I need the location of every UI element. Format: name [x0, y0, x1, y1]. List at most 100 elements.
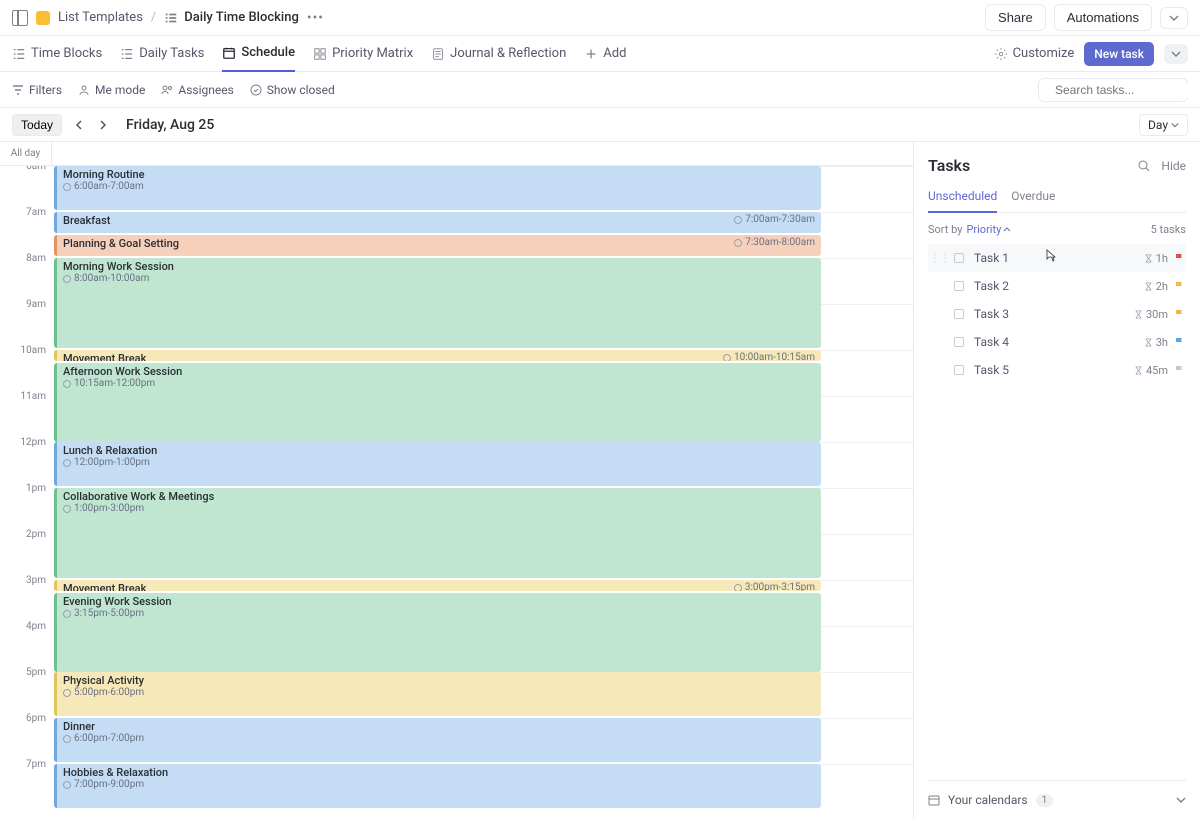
event-title: Movement Break: [63, 582, 815, 591]
task-duration: 3h: [1144, 336, 1168, 349]
tab-schedule[interactable]: Schedule: [222, 36, 295, 72]
event-title: Dinner: [63, 720, 815, 733]
task-count: 5 tasks: [1151, 223, 1186, 236]
search-box[interactable]: [1038, 78, 1188, 102]
sort-by-label: Sort by: [928, 223, 962, 236]
filters-button[interactable]: Filters: [12, 83, 62, 97]
search-icon[interactable]: [1137, 159, 1151, 173]
sort-field-button[interactable]: Priority: [966, 223, 1011, 236]
breadcrumb-parent[interactable]: List Templates: [58, 10, 143, 25]
calendar-event[interactable]: Breakfast7:00am-7:30am: [54, 212, 821, 233]
show-closed-button[interactable]: Show closed: [250, 83, 335, 97]
hour-label: 6pm: [0, 713, 52, 759]
chevron-left-icon: [75, 120, 85, 130]
hour-label: 1pm: [0, 483, 52, 529]
hour-label: 10am: [0, 345, 52, 391]
calendars-footer[interactable]: Your calendars 1: [928, 780, 1186, 819]
people-icon: [161, 84, 173, 96]
new-task-dropdown[interactable]: [1164, 44, 1188, 64]
calendar-event[interactable]: Movement Break10:00am-10:15am: [54, 350, 821, 361]
cursor-pointer-icon: [1042, 248, 1058, 264]
person-icon: [78, 84, 90, 96]
calendar-event[interactable]: Physical Activity5:00pm-6:00pm: [54, 672, 821, 716]
header-dropdown-button[interactable]: [1160, 7, 1188, 29]
chevron-down-icon: [1171, 121, 1179, 129]
automations-button[interactable]: Automations: [1054, 4, 1152, 31]
calendar-event[interactable]: Lunch & Relaxation12:00pm-1:00pm: [54, 442, 821, 486]
calendar-event[interactable]: Planning & Goal Setting7:30am-8:00am: [54, 235, 821, 256]
customize-button[interactable]: Customize: [994, 46, 1075, 61]
calendar-event[interactable]: Evening Work Session3:15pm-5:00pm: [54, 593, 821, 672]
chevron-right-icon: [97, 120, 107, 130]
calendar-event[interactable]: Hobbies & Relaxation7:00pm-9:00pm: [54, 764, 821, 808]
all-day-label: All day: [0, 142, 52, 165]
tab-time-blocks[interactable]: Time Blocks: [12, 36, 102, 72]
me-mode-button[interactable]: Me mode: [78, 83, 145, 97]
task-checkbox[interactable]: [954, 309, 964, 319]
sidebar-toggle-icon[interactable]: [12, 10, 28, 26]
task-checkbox[interactable]: [954, 281, 964, 291]
event-time: 5:00pm-6:00pm: [63, 687, 815, 698]
calendar-event[interactable]: Collaborative Work & Meetings1:00pm-3:00…: [54, 488, 821, 578]
task-checkbox[interactable]: [954, 253, 964, 263]
next-day-button[interactable]: [92, 118, 112, 132]
tab-priority-matrix[interactable]: Priority Matrix: [313, 36, 413, 72]
task-row[interactable]: ⋮⋮Task 22h: [928, 272, 1186, 300]
more-icon[interactable]: •••: [307, 10, 324, 26]
event-title: Physical Activity: [63, 674, 815, 687]
list-icon: [12, 47, 26, 61]
new-task-button[interactable]: New task: [1084, 42, 1154, 66]
hour-label: 9am: [0, 299, 52, 345]
doc-icon: [431, 47, 445, 61]
task-name: Task 4: [974, 335, 1144, 349]
calendar-count-badge: 1: [1036, 794, 1054, 807]
event-title: Hobbies & Relaxation: [63, 766, 815, 779]
task-checkbox[interactable]: [954, 365, 964, 375]
today-button[interactable]: Today: [12, 114, 62, 136]
check-circle-icon: [250, 84, 262, 96]
all-day-lane[interactable]: [52, 142, 913, 165]
event-title: Afternoon Work Session: [63, 365, 815, 378]
tasks-title: Tasks: [928, 156, 970, 175]
hide-tasks-button[interactable]: Hide: [1161, 159, 1186, 173]
calendar-event[interactable]: Movement Break3:00pm-3:15pm: [54, 580, 821, 591]
events-column[interactable]: Morning Routine6:00am-7:00amBreakfast7:0…: [52, 166, 913, 810]
hour-label: 5pm: [0, 667, 52, 713]
breadcrumb-separator: /: [151, 10, 156, 25]
assignees-button[interactable]: Assignees: [161, 83, 233, 97]
task-name: Task 2: [974, 279, 1144, 293]
search-input[interactable]: [1055, 83, 1200, 97]
event-title: Lunch & Relaxation: [63, 444, 815, 457]
priority-flag-icon: [1174, 309, 1184, 319]
tab-unscheduled[interactable]: Unscheduled: [928, 189, 997, 213]
drag-handle-icon[interactable]: ⋮⋮: [930, 253, 950, 264]
event-time: 12:00pm-1:00pm: [63, 457, 815, 468]
hour-label: 4pm: [0, 621, 52, 667]
calendar-event[interactable]: Dinner6:00pm-7:00pm: [54, 718, 821, 762]
calendar-icon: [222, 46, 236, 60]
prev-day-button[interactable]: [70, 118, 90, 132]
view-tabs: Time Blocks Daily Tasks Schedule Priorit…: [0, 36, 1200, 72]
calendar-event[interactable]: Morning Routine6:00am-7:00am: [54, 166, 821, 210]
task-row[interactable]: ⋮⋮Task 545m: [928, 356, 1186, 384]
range-selector[interactable]: Day: [1139, 114, 1188, 136]
calendar-event[interactable]: Morning Work Session8:00am-10:00am: [54, 258, 821, 348]
task-row[interactable]: ⋮⋮Task 43h: [928, 328, 1186, 356]
task-name: Task 5: [974, 363, 1134, 377]
filter-toolbar: Filters Me mode Assignees Show closed: [0, 72, 1200, 108]
calendar-event[interactable]: Afternoon Work Session10:15am-12:00pm: [54, 363, 821, 442]
tab-journal[interactable]: Journal & Reflection: [431, 36, 566, 72]
task-checkbox[interactable]: [954, 337, 964, 347]
tab-add[interactable]: Add: [584, 36, 626, 72]
tab-daily-tasks[interactable]: Daily Tasks: [120, 36, 204, 72]
priority-flag-icon: [1174, 281, 1184, 291]
event-time: 6:00am-7:00am: [63, 181, 815, 192]
chevron-down-icon[interactable]: [1176, 795, 1186, 805]
event-title: Morning Work Session: [63, 260, 815, 273]
task-row[interactable]: ⋮⋮Task 330m: [928, 300, 1186, 328]
share-button[interactable]: Share: [985, 4, 1046, 31]
event-time: 10:00am-10:15am: [723, 352, 815, 361]
event-time: 10:15am-12:00pm: [63, 378, 815, 389]
breadcrumb-current[interactable]: Daily Time Blocking: [164, 10, 299, 25]
tab-overdue[interactable]: Overdue: [1011, 189, 1055, 212]
